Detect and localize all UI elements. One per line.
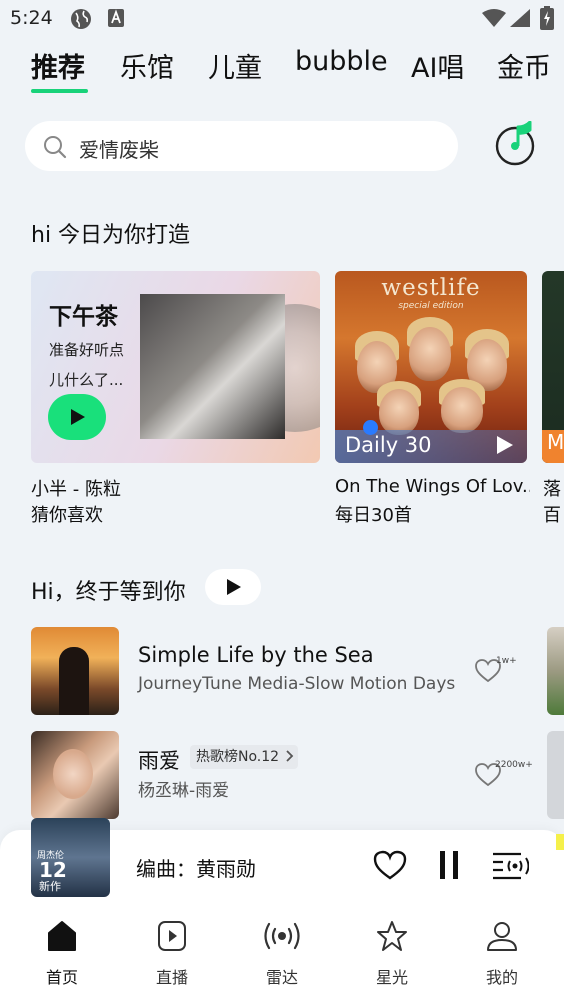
playlist-card-daily-30[interactable]: westlife special edition Daily 30 xyxy=(335,271,527,463)
nav-radar[interactable]: 雷达 xyxy=(242,920,322,995)
section-today-title: hi 今日为你打造 xyxy=(31,223,191,248)
live-play-icon xyxy=(158,921,186,951)
playlist-card-afternoon-tea[interactable]: 下午茶 准备好听点 儿什么了... xyxy=(31,271,320,463)
song-subtitle: 杨丞琳-雨爱 xyxy=(138,781,230,801)
playlist-card-partial[interactable]: M xyxy=(542,271,564,463)
cover-tag-text: 新作 xyxy=(39,880,61,893)
card-line-2: 儿什么了... xyxy=(49,371,124,389)
now-playing-text: 编曲：黄雨勋 xyxy=(136,857,256,881)
card-line-1: 准备好听点 xyxy=(49,341,125,359)
nav-label: 直播 xyxy=(155,968,188,987)
radar-icon xyxy=(264,922,300,950)
heart-icon[interactable] xyxy=(373,850,407,880)
tab-recommend[interactable]: 推荐 xyxy=(31,46,85,85)
battery-icon xyxy=(540,6,554,30)
song-subtitle: JourneyTune Media-Slow Motion Days xyxy=(138,674,456,694)
nav-live[interactable]: 直播 xyxy=(132,920,212,995)
card-play-button[interactable] xyxy=(48,394,106,440)
nav-label: 首页 xyxy=(45,968,78,987)
rank-label: 热歌榜No.12 xyxy=(196,749,280,765)
status-bar: 5:24 xyxy=(0,0,564,38)
nav-label: 星光 xyxy=(375,968,408,987)
song-title: 雨爱 xyxy=(138,749,180,773)
album-cover xyxy=(140,294,285,439)
album-edition: special edition xyxy=(398,301,464,311)
star-icon xyxy=(377,921,407,951)
search-placeholder: 爱情废柴 xyxy=(79,138,159,162)
font-icon xyxy=(108,9,124,27)
tab-active-indicator xyxy=(31,89,88,93)
signal-icon xyxy=(510,9,530,27)
nav-label: 雷达 xyxy=(265,968,298,987)
section-hi-title: Hi，终于等到你 xyxy=(31,580,186,605)
song-cover xyxy=(31,627,119,715)
player-accent xyxy=(556,834,564,850)
nav-mine[interactable]: 我的 xyxy=(462,920,542,995)
now-playing-cover[interactable]: 周杰伦 12 新作 xyxy=(31,818,110,897)
card-subcaption: 猜你喜欢 xyxy=(31,505,103,526)
music-recognize-icon[interactable] xyxy=(494,121,538,167)
search-icon xyxy=(44,136,67,159)
playlist-icon[interactable] xyxy=(491,850,529,880)
card-subcaption: 每日30首 xyxy=(335,505,412,526)
song-row[interactable]: Simple Life by the Sea JourneyTune Media… xyxy=(0,627,564,717)
profile-icon xyxy=(487,922,517,951)
like-count: 1w+ xyxy=(496,656,517,666)
chart-rank-badge[interactable]: 热歌榜No.12 xyxy=(190,745,298,769)
card-caption: 小半 - 陈粒 xyxy=(31,479,121,500)
tab-bubble[interactable]: bubble xyxy=(295,46,388,77)
tab-music-hall[interactable]: 乐馆 xyxy=(120,46,174,85)
globe-icon xyxy=(71,9,91,29)
play-all-button[interactable] xyxy=(205,569,261,605)
play-icon xyxy=(227,579,241,595)
card-caption: 落 xyxy=(543,479,561,500)
bottom-nav: 首页 直播 雷达 星光 我的 xyxy=(0,902,564,1002)
tab-ai-sing[interactable]: AI唱 xyxy=(411,46,464,85)
song-cover-peek xyxy=(547,627,564,715)
card-subcaption: 百 xyxy=(543,505,561,526)
card-badge: M xyxy=(542,430,564,463)
song-cover-peek xyxy=(547,731,564,819)
chevron-right-icon xyxy=(285,750,293,762)
card-heading: 下午茶 xyxy=(49,304,118,330)
song-cover xyxy=(31,731,119,819)
card-caption: On The Wings Of Lov... xyxy=(335,476,530,497)
nav-home[interactable]: 首页 xyxy=(22,920,102,995)
tab-coins[interactable]: 金币 xyxy=(497,46,551,85)
home-icon xyxy=(48,921,76,951)
nav-label: 我的 xyxy=(485,968,518,987)
nav-starlight[interactable]: 星光 xyxy=(352,920,432,995)
status-time: 5:24 xyxy=(10,7,53,29)
search-bar[interactable]: 爱情废柴 xyxy=(25,121,458,171)
pause-icon[interactable] xyxy=(438,851,460,879)
wifi-icon xyxy=(482,9,506,27)
song-title: Simple Life by the Sea xyxy=(138,643,374,667)
play-icon[interactable] xyxy=(497,436,513,454)
mini-player[interactable]: 周杰伦 12 新作 编曲：黄雨勋 xyxy=(0,818,564,902)
album-brand: westlife xyxy=(381,275,481,301)
like-count: 2200w+ xyxy=(495,760,533,770)
daily-badge: Daily 30 xyxy=(345,433,432,457)
play-icon xyxy=(71,409,85,425)
tab-kids[interactable]: 儿童 xyxy=(208,46,262,85)
